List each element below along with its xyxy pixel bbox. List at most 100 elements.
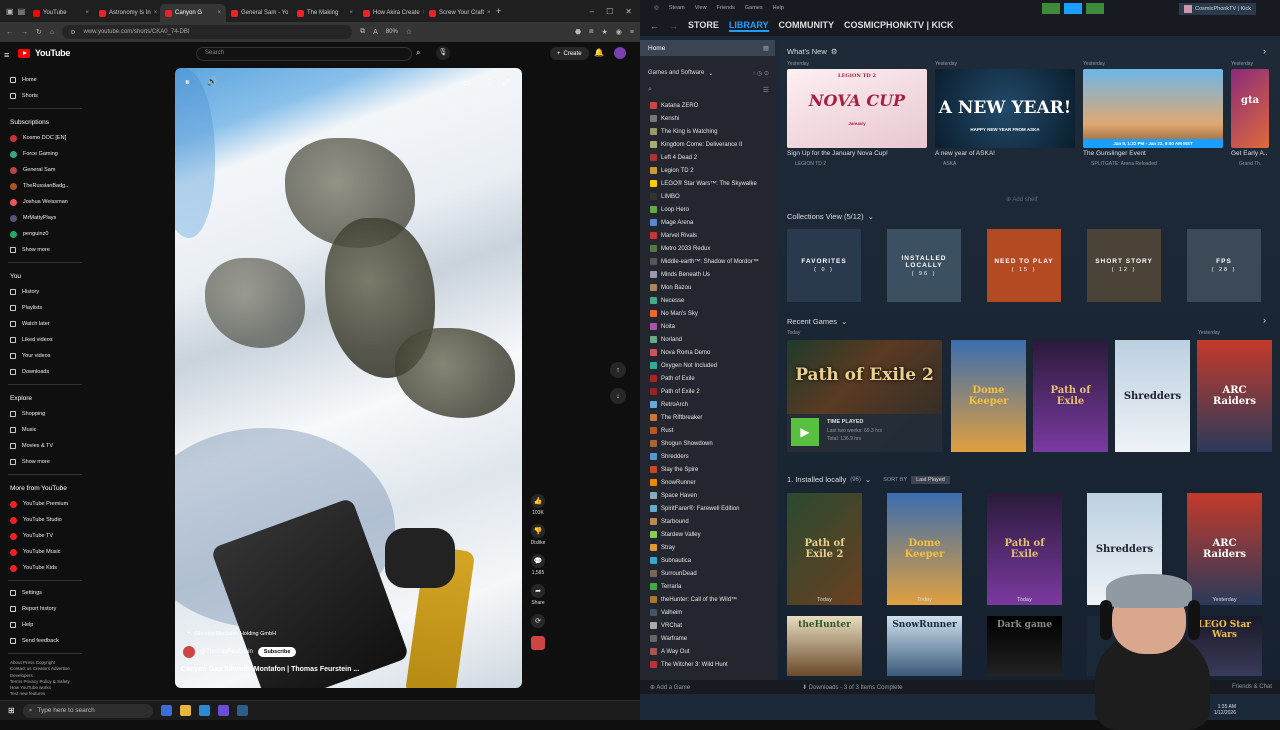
sidebar-item-youtube-tv[interactable]: YouTube TV: [0, 528, 90, 544]
previous-short-icon[interactable]: ↑: [610, 362, 626, 378]
forward-icon[interactable]: →: [669, 21, 678, 31]
sidebar-item-settings[interactable]: Settings: [0, 585, 90, 601]
comments-action[interactable]: 💬 1,585: [528, 554, 548, 576]
sidebar-item-playlists[interactable]: Playlists: [0, 300, 90, 316]
browser-tab[interactable]: The Making ×: [292, 4, 358, 22]
next-arrow-icon[interactable]: ›: [1263, 46, 1266, 56]
site-info-icon[interactable]: ⚙: [70, 29, 75, 36]
video-title[interactable]: Canyon Gap Silvretta Montafon | Thomas F…: [181, 666, 359, 673]
subscription-mrmattyplays[interactable]: MrMattyPlays: [0, 210, 90, 226]
discord-icon[interactable]: [217, 705, 229, 716]
steam-taskbar-icon[interactable]: [236, 705, 248, 716]
tab-close-icon[interactable]: ×: [154, 10, 158, 16]
game-list-item[interactable]: Path of Exile: [640, 372, 775, 385]
like-action[interactable]: 👍 103K: [528, 494, 548, 516]
game-list-item[interactable]: A Way Out: [640, 645, 775, 658]
game-list-item[interactable]: Noita: [640, 320, 775, 333]
sidebar-item-watch-later[interactable]: Watch later: [0, 316, 90, 332]
add-shelf-button[interactable]: ⊕ Add shelf: [1006, 196, 1037, 203]
forward-icon[interactable]: →: [21, 29, 28, 36]
browser-tab[interactable]: YouTube ×: [28, 4, 94, 22]
close-icon[interactable]: ✕: [625, 7, 632, 16]
subscriptions-heading[interactable]: Subscriptions: [0, 113, 90, 130]
library-search[interactable]: ⌕ ☰: [640, 83, 775, 97]
sidebar-item-show-more[interactable]: Show more: [0, 454, 90, 470]
you-heading[interactable]: You: [0, 267, 90, 284]
share-action[interactable]: ➦ Share: [528, 584, 548, 606]
recent-game-tile[interactable]: ARC Raiders: [1197, 340, 1272, 452]
minimize-icon[interactable]: –: [590, 7, 594, 16]
game-list-item[interactable]: Minds Beneath Us: [640, 268, 775, 281]
game-list-item[interactable]: Metro 2033 Redux: [640, 242, 775, 255]
collections-icon[interactable]: ⧈: [589, 28, 593, 36]
tab-list-icon[interactable]: ▤: [18, 7, 26, 16]
sidebar-item-send-feedback[interactable]: Send feedback: [0, 633, 90, 649]
sidebar-item-help[interactable]: Help: [0, 617, 90, 633]
maximize-icon[interactable]: ☐: [606, 7, 613, 16]
whats-new-caption[interactable]: Get Early A..: [1231, 150, 1269, 157]
location-tag[interactable]: ⌖ Silvretta Montafon Holding GmbH: [187, 630, 276, 637]
whats-new-card[interactable]: gta: [1231, 69, 1269, 148]
edge-icon[interactable]: [198, 705, 210, 716]
friends-status-icon[interactable]: [1042, 3, 1060, 14]
recent-featured-game[interactable]: Path of Exile 2 ▶ TIME PLAYED Last two w…: [787, 340, 942, 452]
next-short-icon[interactable]: ↓: [610, 388, 626, 404]
nav-cosmicphonktv-kick[interactable]: COSMICPHONKTV | KICK: [844, 20, 954, 32]
whats-new-caption[interactable]: A new year of ASKA!: [935, 150, 1075, 157]
captions-icon[interactable]: ▭: [463, 78, 471, 87]
browser-tab[interactable]: Canyon G ×: [160, 4, 226, 22]
broadcast-icon[interactable]: [1064, 3, 1082, 14]
collection-installed-locally[interactable]: INSTALLED LOCALLY( 96 ): [887, 229, 961, 302]
sidebar-item-youtube-kids[interactable]: YouTube Kids: [0, 560, 90, 576]
sidebar-item-liked-videos[interactable]: Liked videos: [0, 332, 90, 348]
game-list-item[interactable]: Shogun Showdown: [640, 437, 775, 450]
sidebar-item-downloads[interactable]: Downloads: [0, 364, 90, 380]
home-icon[interactable]: ⌂: [50, 29, 54, 36]
channel-name[interactable]: @ThomasFeurstein: [200, 649, 253, 655]
installed-header[interactable]: 1. Installed locally (96) ⌄ SORT BY Last Pla…: [787, 475, 950, 484]
browser-tab[interactable]: General Sam - Yo×: [226, 4, 292, 22]
sidebar-footer-links[interactable]: About Press Copyright Contact us Creator…: [0, 658, 90, 700]
sound-thumbnail[interactable]: [531, 636, 545, 650]
sidebar-item-your-videos[interactable]: Your videos: [0, 348, 90, 364]
reload-icon[interactable]: ↻: [36, 28, 42, 36]
game-list-item[interactable]: Starbound: [640, 515, 775, 528]
install-icon[interactable]: ⧉: [360, 28, 365, 36]
recent-game-tile[interactable]: Path of Exile: [1033, 340, 1108, 452]
game-list-item[interactable]: Path of Exile 2: [640, 385, 775, 398]
game-list-item[interactable]: LIMBO: [640, 190, 775, 203]
game-list-item[interactable]: Katana ZERO: [640, 99, 775, 112]
subscribe-button[interactable]: Subscribe: [257, 647, 297, 657]
game-list-item[interactable]: SnowRunner: [640, 476, 775, 489]
channel-avatar[interactable]: [183, 646, 195, 658]
game-list-item[interactable]: Necesse: [640, 294, 775, 307]
sidebar-item-home[interactable]: Home: [0, 72, 90, 88]
library-filter[interactable]: Games and Software ⌄ ↑ ◷ ⊙: [640, 66, 775, 80]
favorites-bar-icon[interactable]: ★: [602, 28, 608, 36]
sidebar-item-report-history[interactable]: Report history: [0, 601, 90, 617]
task-view-icon[interactable]: [160, 705, 172, 716]
recent-game-tile[interactable]: Shredders: [1115, 340, 1190, 452]
game-list-item[interactable]: Shredders: [640, 450, 775, 463]
tab-close-icon[interactable]: ×: [349, 10, 353, 16]
extensions-icon[interactable]: ⬣: [575, 28, 581, 36]
notifications-icon[interactable]: [1086, 3, 1104, 14]
game-list-item[interactable]: Middle-earth™: Shadow of Mordor™: [640, 255, 775, 268]
game-list-item[interactable]: Mon Bazou: [640, 281, 775, 294]
notifications-icon[interactable]: 🔔: [594, 48, 604, 57]
favorite-icon[interactable]: ☆: [406, 28, 412, 36]
steam-menu-view[interactable]: View: [695, 5, 707, 11]
game-list-item[interactable]: Kenshi: [640, 112, 775, 125]
downloads-status[interactable]: ⬇ Downloads - 3 of 3 Items Complete: [802, 684, 902, 691]
sort-dropdown[interactable]: Last Played: [911, 475, 950, 484]
game-list-item[interactable]: LEGO® Star Wars™: The Skywalke: [640, 177, 775, 190]
recent-games-header[interactable]: Recent Games ⌄: [787, 317, 847, 326]
game-list-item[interactable]: Mage Arena: [640, 216, 775, 229]
recent-game-tile[interactable]: Dome Keeper: [951, 340, 1026, 452]
subscription-kosmo-doc-en[interactable]: Kosmo DOC [EN]: [0, 130, 90, 146]
game-list-item[interactable]: Subnautica: [640, 554, 775, 567]
installed-game-tile[interactable]: theHunter: [787, 616, 862, 676]
sort-icons[interactable]: ↑ ◷ ⊙: [752, 70, 769, 77]
steam-menu-games[interactable]: Games: [745, 5, 763, 11]
tab-close-icon[interactable]: ×: [217, 10, 221, 16]
